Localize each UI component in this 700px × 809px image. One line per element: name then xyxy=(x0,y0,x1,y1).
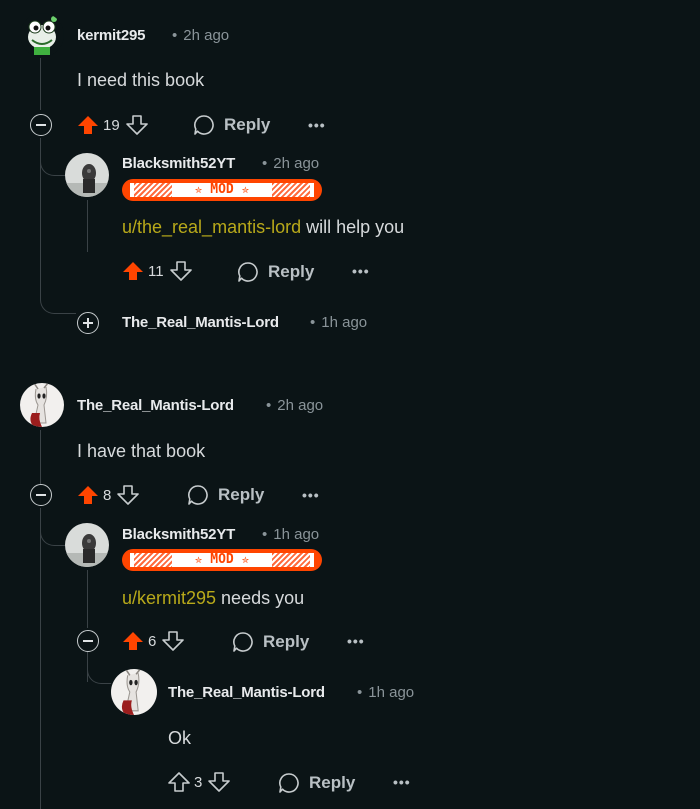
comment-timestamp[interactable]: • 2h ago xyxy=(172,27,229,44)
more-options-button[interactable]: ••• xyxy=(393,774,411,790)
more-options-button[interactable]: ••• xyxy=(347,633,365,649)
reply-button[interactable]: Reply xyxy=(193,114,270,136)
reply-label: Reply xyxy=(218,485,265,504)
upvote-arrow-icon[interactable] xyxy=(122,630,144,652)
vote-bar: 11 xyxy=(122,257,192,285)
user-mention-link[interactable]: u/kermit295 xyxy=(122,588,216,608)
comment-author[interactable]: Blacksmith52YT xyxy=(122,526,235,543)
reply-label: Reply xyxy=(309,773,356,792)
thread-line[interactable] xyxy=(40,430,41,484)
kermit-avatar-icon xyxy=(20,13,64,57)
more-options-button[interactable]: ••• xyxy=(352,263,370,279)
flair-label: ✮ MOD ✮ xyxy=(194,182,250,197)
collapse-thread-button[interactable] xyxy=(30,484,52,506)
comment-author[interactable]: Blacksmith52YT xyxy=(122,155,235,172)
comment-timestamp[interactable]: • 1h ago xyxy=(262,526,319,543)
user-mention-link[interactable]: u/the_real_mantis-lord xyxy=(122,217,301,237)
comment-author[interactable]: The_Real_Mantis-Lord xyxy=(168,684,325,701)
downvote-arrow-icon[interactable] xyxy=(162,630,185,652)
comment-bubble-icon xyxy=(279,773,299,793)
mod-flair-badge: ✮ MOD ✮ xyxy=(122,179,322,201)
mod-flair-badge: ✮ MOD ✮ xyxy=(122,549,322,571)
upvote-arrow-icon[interactable] xyxy=(77,114,99,136)
upvote-arrow-icon[interactable] xyxy=(77,484,99,506)
reply-button[interactable]: Reply xyxy=(187,484,264,506)
blacksmith-avatar-icon xyxy=(65,523,109,567)
downvote-arrow-icon[interactable] xyxy=(169,260,192,282)
vote-bar: 19 xyxy=(77,111,148,139)
reply-connector xyxy=(40,508,66,546)
vote-bar: 6 xyxy=(122,627,185,655)
comment-timestamp[interactable]: • 1h ago xyxy=(310,314,367,331)
vote-count: 19 xyxy=(103,116,120,134)
comment-body-text: needs you xyxy=(216,588,305,608)
mantis-lord-avatar-icon xyxy=(111,669,157,715)
reply-button[interactable]: Reply xyxy=(278,772,355,794)
thread-line[interactable] xyxy=(87,200,88,252)
reply-connector xyxy=(87,652,111,684)
expand-thread-button[interactable] xyxy=(77,312,99,334)
vote-count: 3 xyxy=(194,773,203,791)
comment-author[interactable]: The_Real_Mantis-Lord xyxy=(77,397,234,414)
thread-line[interactable] xyxy=(87,570,88,628)
downvote-arrow-icon[interactable] xyxy=(208,771,231,793)
comment-author[interactable]: The_Real_Mantis-Lord xyxy=(122,314,279,331)
comment-body: I have that book xyxy=(77,441,206,461)
comment-body: I need this book xyxy=(77,70,205,90)
reply-connector xyxy=(40,138,66,176)
mantis-lord-avatar-icon xyxy=(20,383,64,427)
reply-button[interactable]: Reply xyxy=(237,261,314,283)
avatar[interactable] xyxy=(20,383,64,427)
comment-bubble-icon xyxy=(188,485,208,505)
reply-label: Reply xyxy=(263,632,310,651)
thread-line[interactable] xyxy=(40,508,41,809)
downvote-arrow-icon[interactable] xyxy=(117,484,140,506)
upvote-arrow-icon[interactable] xyxy=(168,771,190,793)
more-options-button[interactable]: ••• xyxy=(308,117,326,133)
comment-timestamp[interactable]: • 1h ago xyxy=(357,684,414,701)
comment-bubble-icon xyxy=(238,262,258,282)
comment-bubble-icon xyxy=(233,632,253,652)
timestamp-text: 2h ago xyxy=(183,27,230,44)
flair-label: ✮ MOD ✮ xyxy=(194,552,250,567)
timestamp-text: 1h ago xyxy=(273,526,320,543)
avatar[interactable] xyxy=(20,13,64,57)
downvote-arrow-icon[interactable] xyxy=(125,114,148,136)
timestamp-text: 2h ago xyxy=(277,397,324,414)
avatar[interactable] xyxy=(65,523,109,567)
collapse-thread-button[interactable] xyxy=(30,114,52,136)
comment-timestamp[interactable]: • 2h ago xyxy=(262,155,319,172)
timestamp-text: 1h ago xyxy=(321,314,368,331)
comment-author[interactable]: kermit295 xyxy=(77,27,145,44)
vote-bar: 8 xyxy=(77,481,140,509)
collapse-thread-button[interactable] xyxy=(77,630,99,652)
comment-bubble-icon xyxy=(194,115,214,135)
more-options-button[interactable]: ••• xyxy=(302,487,320,503)
comment-body-text: will help you xyxy=(301,217,405,237)
reply-label: Reply xyxy=(268,262,315,281)
thread-line[interactable] xyxy=(40,58,41,110)
timestamp-text: 1h ago xyxy=(368,684,415,701)
vote-count: 11 xyxy=(148,262,164,280)
reply-connector xyxy=(40,278,76,314)
comment-body: u/the_real_mantis-lord will help you xyxy=(122,217,404,238)
comment-timestamp[interactable]: • 2h ago xyxy=(266,397,323,414)
avatar[interactable] xyxy=(111,669,157,715)
vote-count: 6 xyxy=(148,632,157,650)
vote-bar: 3 xyxy=(168,768,231,796)
upvote-arrow-icon[interactable] xyxy=(122,260,144,282)
vote-count: 8 xyxy=(103,486,112,504)
timestamp-text: 2h ago xyxy=(273,155,320,172)
comment-body: Ok xyxy=(168,728,192,748)
avatar[interactable] xyxy=(65,153,109,197)
reply-label: Reply xyxy=(224,115,271,134)
comment-body: u/kermit295 needs you xyxy=(122,588,304,609)
reply-button[interactable]: Reply xyxy=(232,631,309,653)
blacksmith-avatar-icon xyxy=(65,153,109,197)
